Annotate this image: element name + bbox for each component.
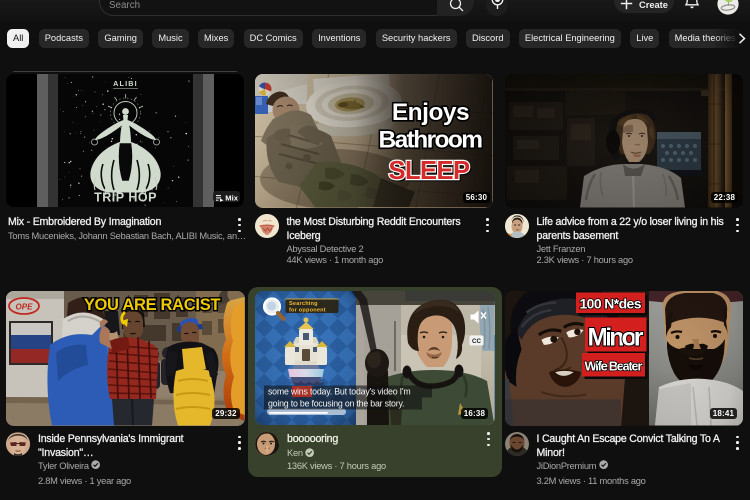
- svg-text:Wife Beater: Wife Beater: [584, 359, 642, 374]
- svg-text:Bathroom: Bathroom: [379, 127, 483, 154]
- svg-text:some wins today. But today's v: some wins today. But today's video I'm: [268, 386, 411, 396]
- svg-text:ALIBI: ALIBI: [113, 79, 138, 88]
- svg-text:CC: CC: [472, 338, 481, 345]
- svg-text:SLEEP: SLEEP: [388, 157, 470, 185]
- svg-text:TRIP HOP: TRIP HOP: [94, 191, 157, 205]
- svg-text:going to be focusing on the ba: going to be focusing on the bar story.: [268, 398, 404, 408]
- svg-text:Searching: Searching: [289, 301, 318, 307]
- svg-text:100 N*des: 100 N*des: [579, 296, 641, 312]
- svg-text:Mix: Mix: [225, 194, 238, 203]
- svg-text:Enjoys: Enjoys: [392, 99, 469, 126]
- svg-text:Minor: Minor: [587, 324, 643, 352]
- svg-text:for opponent: for opponent: [289, 307, 326, 313]
